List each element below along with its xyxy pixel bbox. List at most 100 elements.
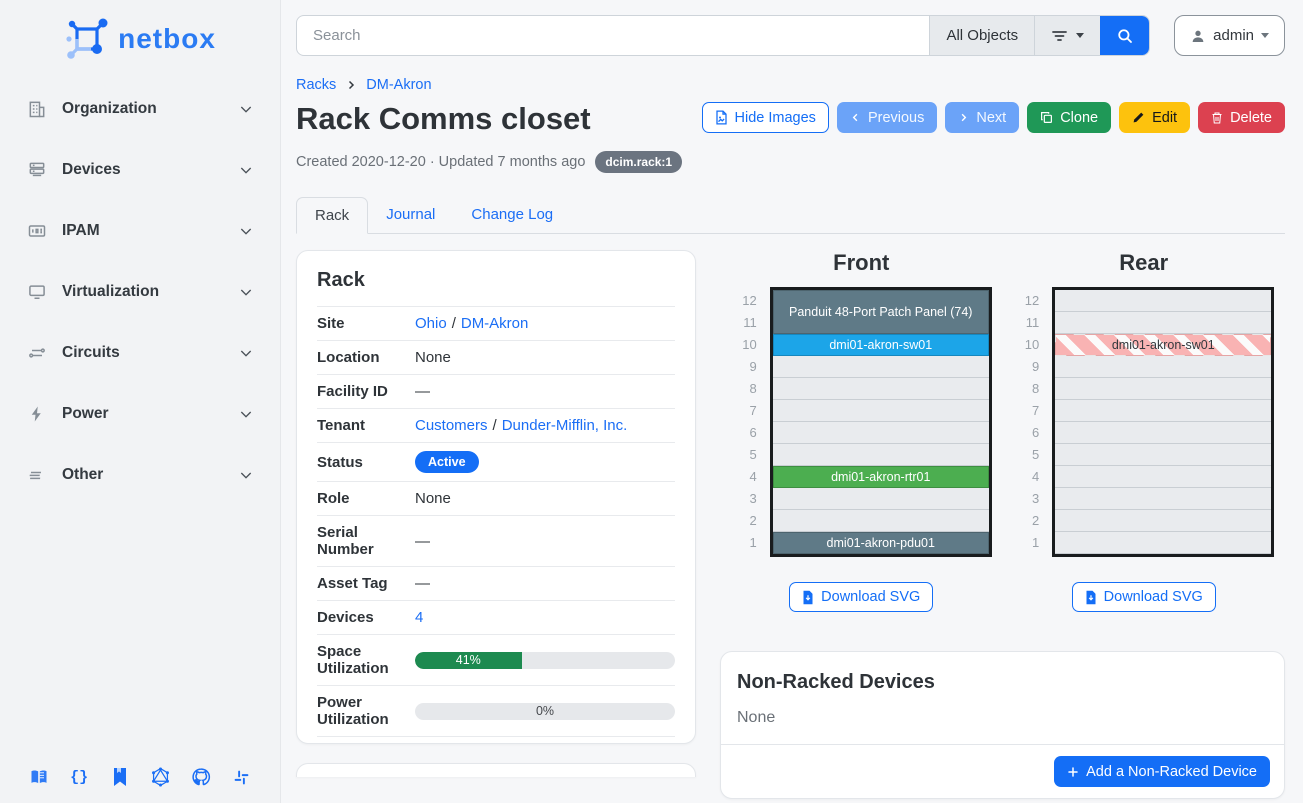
location-value: None [411,341,675,375]
tab-change-log[interactable]: Change Log [453,197,571,233]
unit-number: 2 [731,510,757,532]
rack-slot[interactable] [1055,466,1271,488]
rack-slot[interactable] [1055,356,1271,378]
sidebar-item-devices[interactable]: Devices [14,151,266,189]
sidebar-item-ipam[interactable]: IPAM [14,212,266,250]
bookmark-icon[interactable] [108,765,132,789]
chevron-down-icon [238,345,254,361]
devices-count-link[interactable]: 4 [415,609,423,626]
rack-slot[interactable] [773,400,989,422]
meta-row: Created 2020-12-20 · Updated 7 months ag… [296,151,1285,173]
unit-number: 9 [731,356,757,378]
sidebar-footer: {} [0,765,280,789]
rack-slot[interactable] [1055,312,1271,334]
rack-slot[interactable] [1055,532,1271,554]
chevron-down-icon [238,223,254,239]
search-icon [1116,27,1134,45]
rack-slot[interactable] [1055,444,1271,466]
rack-slot[interactable] [1055,510,1271,532]
netbox-logo[interactable]: netbox [0,16,280,62]
rack-device[interactable]: dmi01-akron-sw01 [1055,334,1271,356]
unit-number: 11 [731,312,757,334]
sidebar-item-virtualization[interactable]: Virtualization [14,273,266,311]
search-input[interactable] [297,16,929,55]
tab-journal[interactable]: Journal [368,197,453,233]
rear-download-svg-button[interactable]: Download SVG [1072,582,1216,612]
table-row-serial-number: Serial Number — [317,516,675,567]
graphql-icon[interactable] [148,765,172,789]
rest-api-braces-icon[interactable]: {} [67,765,91,789]
table-row-power-utilization: Power Utilization 0% [317,686,675,737]
delete-button[interactable]: Delete [1198,102,1285,133]
tab-content: Rack Site Ohio/DM-Akron Location None [296,250,1285,799]
hide-images-button[interactable]: Hide Images [702,102,829,133]
trash-icon [1211,111,1223,125]
rack-slot[interactable] [1055,422,1271,444]
rack-slot[interactable] [773,356,989,378]
breadcrumb-link-site[interactable]: DM-Akron [366,77,431,93]
tenant-group-link[interactable]: Customers [415,417,488,434]
site-link[interactable]: DM-Akron [461,315,529,332]
user-menu[interactable]: admin [1174,15,1285,56]
next-button[interactable]: Next [945,102,1019,133]
user-icon [1190,28,1206,44]
organization-icon [26,98,48,120]
unit-number: 12 [731,290,757,312]
rack-device[interactable]: Panduit 48-Port Patch Panel (74) [773,290,989,334]
unit-number: 5 [1013,444,1039,466]
table-row-facility-id: Facility ID — [317,375,675,409]
object-id-badge: dcim.rack:1 [595,151,682,173]
unit-number: 8 [1013,378,1039,400]
tenant-link[interactable]: Dunder-Mifflin, Inc. [502,417,628,434]
table-row-status: Status Active [317,443,675,482]
breadcrumb-link-racks[interactable]: Racks [296,77,336,93]
front-download-svg-button[interactable]: Download SVG [789,582,933,612]
github-icon[interactable] [189,765,213,789]
site-region-link[interactable]: Ohio [415,315,447,332]
rack-slot[interactable] [1055,378,1271,400]
sidebar-item-label: Other [62,466,238,484]
front-elevation-title: Front [833,250,889,276]
rack-device[interactable]: dmi01-akron-sw01 [773,334,989,356]
non-racked-devices-title: Non-Racked Devices [721,652,1284,694]
rack-slot[interactable] [773,510,989,532]
caret-down-icon [1261,33,1269,38]
unit-number: 12 [1013,290,1039,312]
search-button[interactable] [1100,16,1149,55]
chevron-down-icon [238,101,254,117]
slack-icon[interactable] [229,765,253,789]
edit-button[interactable]: Edit [1119,102,1190,133]
next-card-partial [296,763,696,777]
add-non-racked-device-button[interactable]: Add a Non-Racked Device [1054,756,1270,787]
rack-slot[interactable] [773,422,989,444]
username: admin [1213,27,1254,44]
docs-book-icon[interactable] [27,765,51,789]
previous-button[interactable]: Previous [837,102,937,133]
sidebar-item-power[interactable]: Power [14,395,266,433]
rack-slot[interactable] [1055,488,1271,510]
rack-slot[interactable] [773,488,989,510]
object-type-select[interactable]: All Objects [929,16,1034,55]
rack-slot[interactable] [1055,400,1271,422]
sidebar-item-organization[interactable]: Organization [14,90,266,128]
unit-number: 7 [1013,400,1039,422]
clone-button[interactable]: Clone [1027,102,1111,133]
rack-slot[interactable] [773,378,989,400]
sidebar-item-label: Circuits [62,344,238,362]
space-utilization-bar: 41% [415,652,675,669]
chevron-down-icon [238,284,254,300]
rack-slot[interactable] [1055,290,1271,312]
sidebar-item-other[interactable]: Other [14,456,266,494]
global-search: All Objects [296,15,1150,56]
unit-number: 3 [1013,488,1039,510]
rack-device[interactable]: dmi01-akron-rtr01 [773,466,989,488]
rack-device[interactable]: dmi01-akron-pdu01 [773,532,989,554]
rack-slot[interactable] [773,444,989,466]
sidebar-item-circuits[interactable]: Circuits [14,334,266,372]
tabs: Rack Journal Change Log [296,197,1285,234]
topbar: All Objects admin [296,15,1285,56]
download-file-icon [802,590,814,605]
tab-rack[interactable]: Rack [296,197,368,234]
sidebar-item-label: Devices [62,161,238,179]
search-filter-dropdown[interactable] [1034,16,1100,55]
